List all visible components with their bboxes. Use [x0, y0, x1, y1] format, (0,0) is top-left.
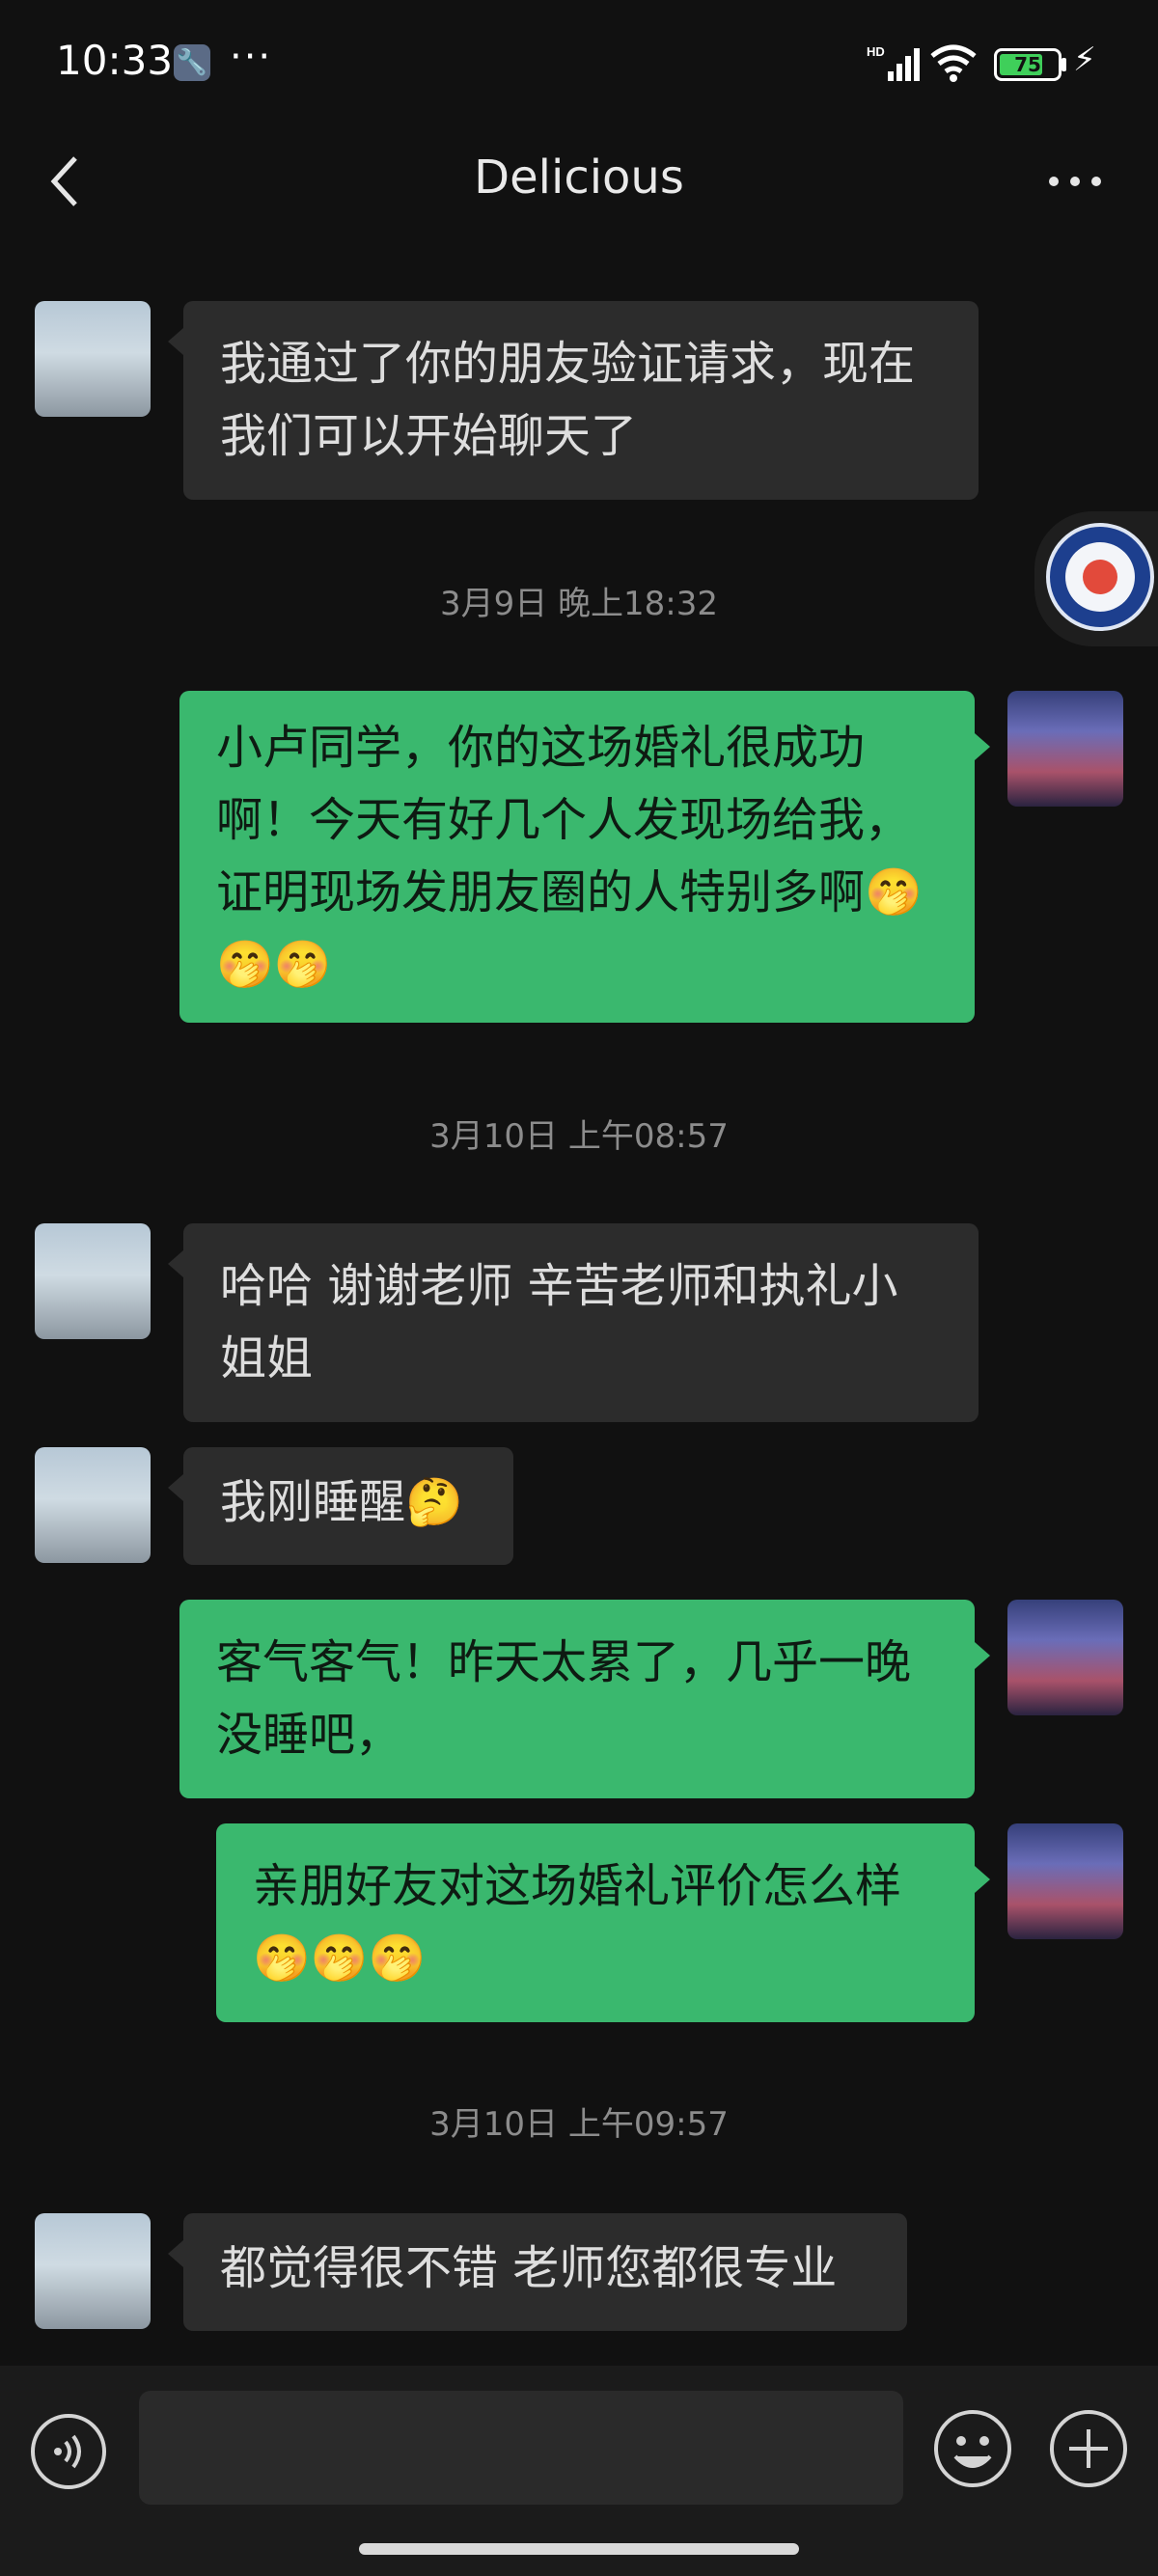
my-avatar[interactable] [1007, 1823, 1123, 1939]
bubble-tail [168, 2240, 183, 2267]
message-bubble[interactable]: 哈哈 谢谢老师 辛苦老师和执礼小姐姐 [183, 1223, 979, 1422]
svg-text:HD: HD [867, 44, 885, 59]
timestamp: 3月9日 晚上18:32 [439, 585, 719, 623]
wrench-icon: 🔧 [174, 44, 210, 81]
bubble-tail [168, 328, 183, 355]
home-indicator[interactable] [359, 2543, 799, 2555]
wifi-icon [930, 44, 977, 82]
plus-icon[interactable] [1048, 2408, 1129, 2489]
contact-avatar[interactable] [35, 2213, 151, 2329]
timestamp: 3月10日 上午09:57 [429, 2105, 729, 2144]
battery-cap [1062, 58, 1066, 71]
emoji-icon[interactable] [932, 2408, 1013, 2489]
message-bubble[interactable]: 都觉得很不错 老师您都很专业 [183, 2213, 907, 2331]
status-time: 10:33 [56, 37, 174, 84]
more-horizontal-icon[interactable] [1046, 162, 1104, 201]
contact-avatar[interactable] [35, 1447, 151, 1563]
message-bubble[interactable]: 客气客气！昨天太累了，几乎一晚没睡吧， [179, 1600, 975, 1798]
bubble-tail [168, 1474, 183, 1501]
message-bubble[interactable]: 亲朋好友对这场婚礼评价怎么样🤭🤭🤭 [216, 1823, 975, 2022]
message-bubble[interactable]: 小卢同学，你的这场婚礼很成功啊！今天有好几个人发现场给我，证明现场发朋友圈的人特… [179, 691, 975, 1023]
message-input[interactable] [139, 2391, 903, 2505]
message-bubble[interactable]: 我刚睡醒🤔 [183, 1447, 513, 1565]
bubble-tail [975, 733, 990, 760]
bubble-tail [168, 1250, 183, 1277]
chat-title: Delicious [474, 151, 684, 205]
bubble-tail [975, 1866, 990, 1893]
timestamp: 3月10日 上午08:57 [429, 1117, 729, 1156]
bubble-tail [975, 1642, 990, 1669]
contact-avatar[interactable] [35, 1223, 151, 1339]
battery-icon: 75 [994, 48, 1062, 81]
voice-icon[interactable] [29, 2412, 108, 2491]
battery-level: 75 [1014, 53, 1041, 76]
hd-signal-icon: HD [867, 44, 920, 81]
my-avatar[interactable] [1007, 1600, 1123, 1715]
my-avatar[interactable] [1007, 691, 1123, 807]
contact-avatar[interactable] [35, 301, 151, 417]
more-dots-icon: ··· [230, 35, 273, 79]
charging-bolt-icon: ⚡ [1073, 41, 1096, 79]
message-bubble[interactable]: 我通过了你的朋友验证请求，现在我们可以开始聊天了 [183, 301, 979, 500]
